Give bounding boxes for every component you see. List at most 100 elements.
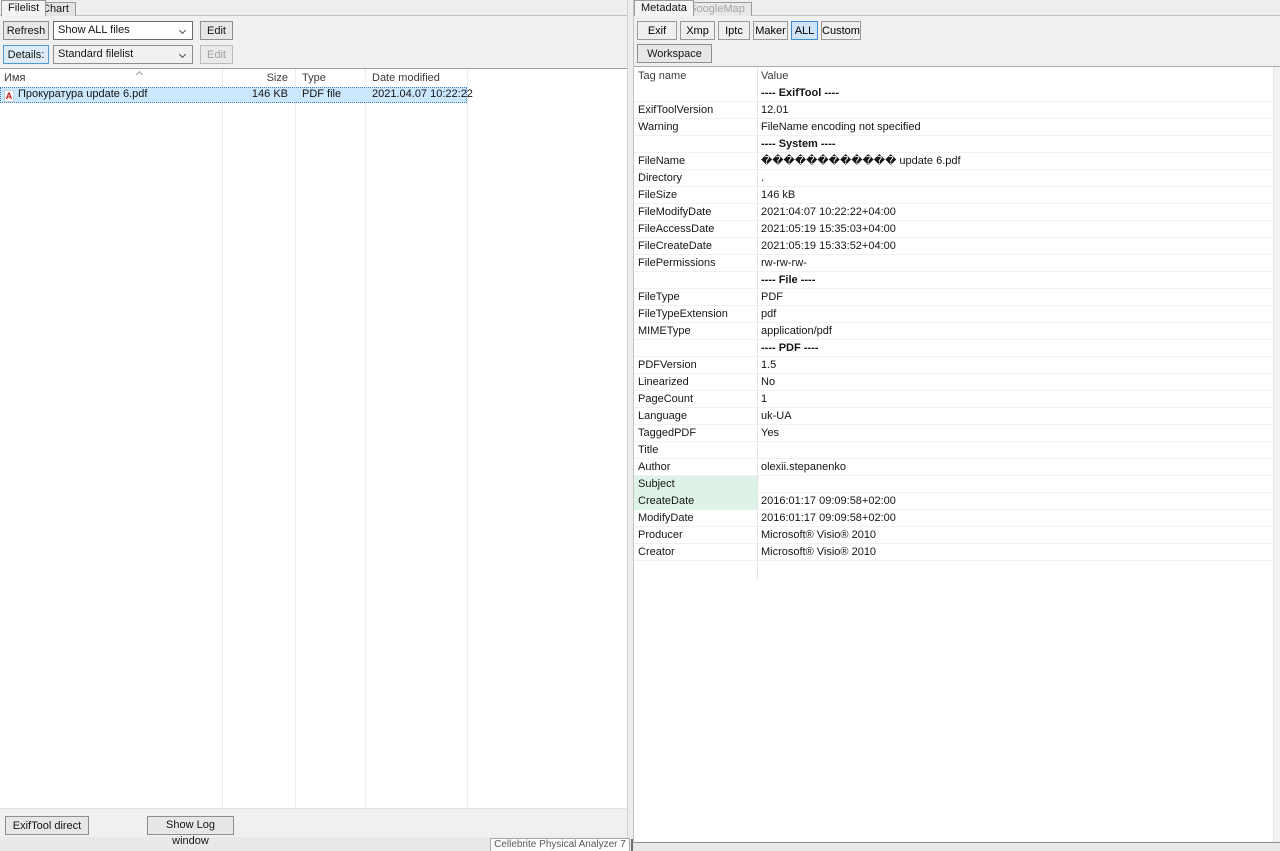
metadata-value-cell: 2021:04:07 10:22:22+04:00: [761, 204, 1268, 220]
metadata-tag-cell: FileSize: [634, 187, 757, 204]
metadata-tag-cell: [634, 85, 757, 102]
panel-splitter[interactable]: [627, 0, 634, 843]
metadata-tag-cell: Directory: [634, 170, 757, 187]
metadata-row[interactable]: Languageuk-UA: [634, 408, 1280, 425]
vertical-scrollbar[interactable]: [1273, 67, 1280, 842]
metadata-value-cell: PDF: [761, 289, 1268, 305]
metadata-value-cell: Yes: [761, 425, 1268, 441]
tab-filelist[interactable]: Filelist: [1, 0, 46, 16]
column-header-value[interactable]: Value: [761, 67, 788, 85]
filter-button-xmp[interactable]: Xmp: [680, 21, 715, 40]
filter-button-custom[interactable]: Custom: [821, 21, 861, 40]
metadata-tag-cell: CreateDate: [634, 493, 757, 510]
column-header-date[interactable]: Date modified: [372, 69, 440, 87]
filter-button-iptc[interactable]: Iptc: [718, 21, 750, 40]
metadata-value-cell: rw-rw-rw-: [761, 255, 1268, 271]
metadata-tag-cell: FileCreateDate: [634, 238, 757, 255]
file-list-body: AПрокуратура update 6.pdf146 KBPDF file2…: [0, 87, 627, 103]
metadata-row[interactable]: CreateDate2016:01:17 09:09:58+02:00: [634, 493, 1280, 510]
details-combobox[interactable]: Standard filelist: [53, 45, 193, 64]
column-header-type[interactable]: Type: [302, 69, 326, 87]
metadata-row[interactable]: Title: [634, 442, 1280, 459]
metadata-value-cell: .: [761, 170, 1268, 186]
metadata-row[interactable]: ModifyDate2016:01:17 09:09:58+02:00: [634, 510, 1280, 527]
metadata-row[interactable]: FileSize146 kB: [634, 187, 1280, 204]
metadata-row[interactable]: ExifToolVersion12.01: [634, 102, 1280, 119]
metadata-value-cell: FileName encoding not specified: [761, 119, 1268, 135]
metadata-tag-cell: [634, 272, 757, 289]
metadata-value-cell: Microsoft® Visio® 2010: [761, 544, 1268, 560]
metadata-value-cell: olexii.stepanenko: [761, 459, 1268, 475]
column-header-name[interactable]: Имя: [4, 69, 25, 87]
metadata-row[interactable]: FileCreateDate2021:05:19 15:33:52+04:00: [634, 238, 1280, 255]
metadata-tag-cell: Language: [634, 408, 757, 425]
metadata-row[interactable]: CreatorMicrosoft® Visio® 2010: [634, 544, 1280, 561]
filter-button-all[interactable]: ALL: [791, 21, 818, 40]
file-row[interactable]: AПрокуратура update 6.pdf146 KBPDF file2…: [0, 87, 467, 103]
file-filter-combobox[interactable]: Show ALL files: [53, 21, 193, 40]
file-cell-date: 2021.04.07 10:22:22: [372, 87, 473, 103]
metadata-row[interactable]: FileModifyDate2021:04:07 10:22:22+04:00: [634, 204, 1280, 221]
metadata-section-row[interactable]: ---- System ----: [634, 136, 1280, 153]
metadata-row[interactable]: FilePermissionsrw-rw-rw-: [634, 255, 1280, 272]
metadata-tag-cell: ModifyDate: [634, 510, 757, 527]
filelist-panel: Filelist Chart Refresh Show ALL files Ed…: [0, 0, 627, 837]
metadata-row[interactable]: Subject: [634, 476, 1280, 493]
metadata-tag-cell: FileName: [634, 153, 757, 170]
metadata-tag-cell: ExifToolVersion: [634, 102, 757, 119]
exiftool-direct-button[interactable]: ExifTool direct: [5, 816, 89, 835]
metadata-row[interactable]: FileTypePDF: [634, 289, 1280, 306]
metadata-value-cell: 2021:05:19 15:35:03+04:00: [761, 221, 1268, 237]
file-cell-size: 146 KB: [222, 87, 288, 103]
metadata-value-cell: ---- PDF ----: [761, 340, 1268, 356]
edit-filter-button[interactable]: Edit: [200, 21, 233, 40]
metadata-tag-cell: Warning: [634, 119, 757, 136]
refresh-button[interactable]: Refresh: [3, 21, 49, 40]
metadata-row[interactable]: FileName������������ update 6.pdf: [634, 153, 1280, 170]
metadata-tag-cell: Linearized: [634, 374, 757, 391]
metadata-row[interactable]: Directory.: [634, 170, 1280, 187]
metadata-row[interactable]: LinearizedNo: [634, 374, 1280, 391]
workspace-button[interactable]: Workspace: [637, 44, 712, 63]
show-log-window-button[interactable]: Show Log window: [147, 816, 234, 835]
metadata-row[interactable]: FileAccessDate2021:05:19 15:35:03+04:00: [634, 221, 1280, 238]
details-button[interactable]: Details:: [3, 45, 49, 64]
metadata-tag-cell: PageCount: [634, 391, 757, 408]
filelist-footer: ExifTool direct Show Log window: [0, 808, 627, 837]
tab-metadata[interactable]: Metadata: [634, 0, 694, 16]
metadata-row[interactable]: WarningFileName encoding not specified: [634, 119, 1280, 136]
metadata-panel: Metadata GoogleMap ExifXmpIptcMakerALLCu…: [634, 0, 1280, 843]
metadata-toolbar: ExifXmpIptcMakerALLCustom Workspace: [634, 16, 1280, 66]
metadata-tag-cell: FilePermissions: [634, 255, 757, 272]
filter-button-exif[interactable]: Exif: [637, 21, 677, 40]
metadata-row[interactable]: FileTypeExtensionpdf: [634, 306, 1280, 323]
metadata-row[interactable]: ProducerMicrosoft® Visio® 2010: [634, 527, 1280, 544]
column-header-tag-name[interactable]: Tag name: [638, 67, 686, 85]
metadata-tag-cell: MIMEType: [634, 323, 757, 340]
metadata-section-row[interactable]: ---- ExifTool ----: [634, 85, 1280, 102]
metadata-section-row[interactable]: ---- PDF ----: [634, 340, 1280, 357]
metadata-value-cell: pdf: [761, 306, 1268, 322]
metadata-row[interactable]: PageCount1: [634, 391, 1280, 408]
exiftool-gui-window: Filelist Chart Refresh Show ALL files Ed…: [0, 0, 1280, 851]
metadata-value-cell: 2016:01:17 09:09:58+02:00: [761, 493, 1268, 509]
metadata-tag-cell: TaggedPDF: [634, 425, 757, 442]
metadata-value-cell: application/pdf: [761, 323, 1268, 339]
metadata-value-cell: 1: [761, 391, 1268, 407]
metadata-value-cell: 12.01: [761, 102, 1268, 118]
column-header-size[interactable]: Size: [222, 69, 288, 87]
metadata-row[interactable]: Authorolexii.stepanenko: [634, 459, 1280, 476]
metadata-section-row[interactable]: ---- File ----: [634, 272, 1280, 289]
sort-ascending-icon: [136, 71, 143, 78]
metadata-row[interactable]: PDFVersion1.5: [634, 357, 1280, 374]
metadata-tag-cell: FileAccessDate: [634, 221, 757, 238]
file-cell-name: AПрокуратура update 6.pdf: [4, 87, 147, 103]
filter-button-maker[interactable]: Maker: [753, 21, 788, 40]
metadata-row[interactable]: MIMETypeapplication/pdf: [634, 323, 1280, 340]
details-value: Standard filelist: [58, 48, 133, 60]
metadata-row[interactable]: TaggedPDFYes: [634, 425, 1280, 442]
background-window-title: Cellebrite Physical Analyzer 7: [490, 838, 630, 851]
column-separator: [365, 69, 366, 808]
column-separator: [222, 69, 223, 808]
cursor-mark: [631, 839, 633, 851]
